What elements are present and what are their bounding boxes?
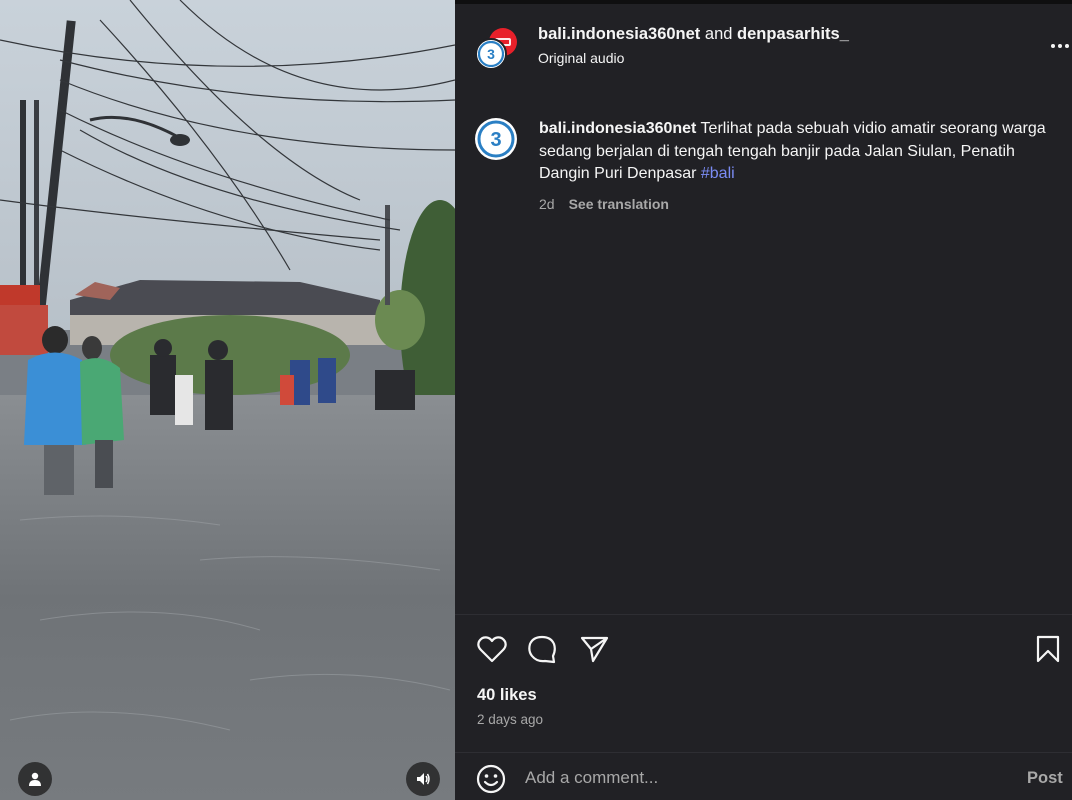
author-avatar[interactable]: 3 [475,38,507,70]
bookmark-icon [1036,635,1060,663]
indonesia360-logo-icon: 3 [478,41,504,67]
paper-plane-icon [580,636,609,663]
post-comment-button[interactable]: Post [1027,769,1063,788]
actions-divider [455,614,1072,615]
comment-button[interactable] [525,632,559,666]
audio-label-link[interactable]: Original audio [538,50,624,66]
tagged-users-button[interactable] [18,762,52,796]
smiley-icon[interactable] [475,763,507,795]
caption-author-avatar[interactable]: 3 [475,118,517,160]
caption-meta: 2d See translation [539,196,669,212]
indonesia360-logo-icon: 3 [477,120,515,158]
comment-bubble-icon [528,635,556,664]
ellipsis-icon [1051,44,1055,48]
svg-text:3: 3 [490,129,501,151]
comment-composer: Post [455,752,1072,800]
flooded-street-image [0,0,455,800]
comment-input[interactable] [525,765,985,791]
header-usernames: bali.indonesia360net and denpasarhits_ [538,25,849,44]
post-details-panel: 3 bali.indonesia360net and denpasarhits_… [455,0,1072,800]
post-header: 3 bali.indonesia360net and denpasarhits_… [475,22,1069,78]
speaker-icon [417,773,430,785]
collab-avatars[interactable]: 3 [475,26,517,70]
panel-top-edge [455,0,1072,4]
post-timestamp: 2 days ago [477,712,544,727]
share-button[interactable] [577,632,611,666]
caption-age: 2d [539,196,555,212]
hashtag-link[interactable]: #bali [701,165,735,182]
svg-text:3: 3 [487,46,495,62]
author-username[interactable]: bali.indonesia360net [538,25,700,43]
caption-body: bali.indonesia360net Terlihat pada sebua… [539,118,1059,186]
heart-icon [477,636,507,663]
likes-count[interactable]: 40 likes [477,686,537,705]
post-media-video[interactable] [0,0,455,800]
see-translation-button[interactable]: See translation [569,196,669,212]
collaborator-username[interactable]: denpasarhits_ [737,25,849,43]
action-bar [475,632,1065,666]
person-icon [29,772,41,786]
save-button[interactable] [1031,632,1065,666]
like-button[interactable] [475,632,509,666]
header-joiner: and [704,25,733,43]
caption-author-username[interactable]: bali.indonesia360net [539,120,696,137]
mute-toggle-button[interactable] [406,762,440,796]
more-options-button[interactable] [1045,36,1072,56]
